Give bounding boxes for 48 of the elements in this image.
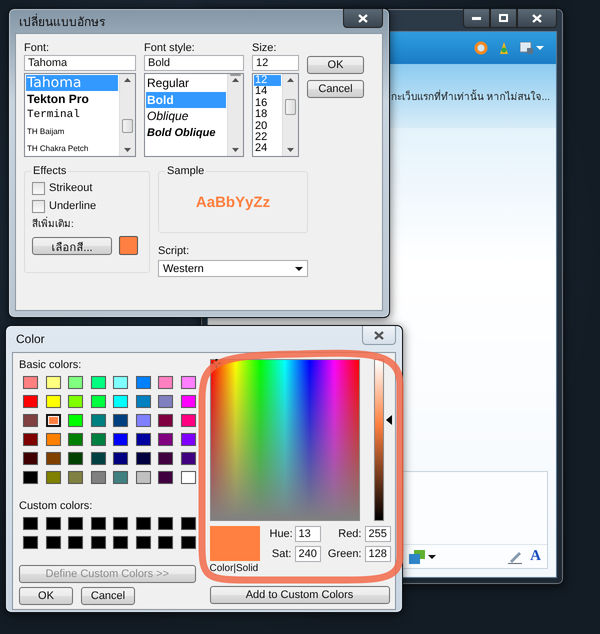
value-field[interactable]: 13 [294,526,320,542]
list-item[interactable]: 14 [254,86,281,98]
field-label: Red: [337,528,362,540]
ok-button[interactable]: OK [19,587,73,605]
list-item[interactable]: 20 [254,120,281,132]
list-item[interactable]: Terminal [26,107,118,123]
value-field[interactable]: 128 [364,546,390,562]
list-item[interactable]: 22 [254,132,281,144]
checkbox-label: Underline [49,200,96,213]
choose-color-button[interactable]: เลือกสี... [32,236,112,254]
color-label: สีเพิ่มเติม: [32,218,142,231]
message-text: กะเว็บแรกที่ทำเท่านั้น หากไม่สนใจ... [390,88,550,104]
field-label: Size: [252,42,278,55]
font-field[interactable]: Tahoma [24,55,136,71]
list-item[interactable]: Regular [146,75,226,92]
add-to-custom-colors-button[interactable]: Add to Custom Colors [210,586,390,604]
script-dropdown[interactable]: Western [158,260,308,277]
sample-text: AaBbYyZz [196,194,270,210]
list-item[interactable]: 24 [254,143,281,155]
list-item[interactable]: 16 [254,98,281,110]
preview-label: Color|Solid [210,563,260,574]
group-title: Sample [165,165,206,177]
group-title: Effects [31,165,68,177]
window-title: Color [15,332,45,346]
field-label: Font: [24,42,50,55]
value-field[interactable]: 255 [364,526,390,542]
size-field[interactable]: 12 [252,55,299,71]
section-label: Custom colors: [19,500,94,513]
cancel-button[interactable]: Cancel [81,587,135,605]
field-label: Hue: [270,528,292,540]
list-item[interactable]: Tekton Pro [26,91,118,107]
font-style-field[interactable]: Bold [144,55,244,71]
window-title: เปลี่ยนแบบอักษร [18,12,105,30]
field-label: Font style: [144,42,196,55]
field-label: Sat: [270,548,292,560]
ok-button[interactable]: OK [307,56,364,74]
section-label: Basic colors: [19,359,82,372]
list-item[interactable]: Bold Oblique [146,124,226,141]
value-field[interactable]: 240 [294,546,320,562]
cancel-button[interactable]: Cancel [307,80,364,98]
field-label: Green: [326,548,362,560]
field-label: Script: [158,245,190,258]
list-item[interactable]: Oblique [146,108,226,124]
list-item[interactable]: TH Chakra Petch [26,140,118,156]
font-button[interactable]: A [528,548,543,565]
checkbox-label: Strikeout [49,182,92,195]
list-item[interactable]: 18 [254,109,281,121]
list-item[interactable]: TH Baijam [26,123,118,140]
